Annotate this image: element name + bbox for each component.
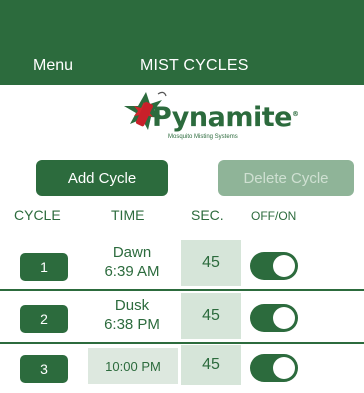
cycle-time[interactable]: Dusk 6:38 PM bbox=[86, 296, 178, 334]
time-value: 6:38 PM bbox=[104, 316, 160, 333]
cycle-seconds[interactable]: 45 bbox=[181, 345, 241, 385]
add-cycle-button[interactable]: Add Cycle bbox=[36, 160, 168, 196]
time-value: 6:39 AM bbox=[104, 263, 160, 280]
column-header-cycle: CYCLE bbox=[14, 207, 61, 223]
logo-wordmark: Pynamite® bbox=[152, 102, 299, 133]
cycle-time[interactable]: Dawn 6:39 AM bbox=[86, 243, 178, 281]
page-title: MIST CYCLES bbox=[140, 57, 249, 74]
cycle-seconds[interactable]: 45 bbox=[181, 293, 241, 339]
column-header-sec: SEC. bbox=[191, 207, 224, 223]
time-label: Dawn bbox=[112, 244, 152, 261]
cycle-toggle[interactable] bbox=[250, 354, 298, 382]
cycle-seconds[interactable]: 45 bbox=[181, 240, 241, 286]
toggle-knob bbox=[273, 307, 295, 329]
menu-button[interactable]: Menu bbox=[33, 57, 73, 75]
logo-tagline: Mosquito Misting Systems bbox=[168, 134, 238, 140]
row-divider bbox=[0, 342, 364, 344]
toggle-knob bbox=[273, 357, 295, 379]
column-header-time: TIME bbox=[111, 207, 145, 223]
cycle-number-badge[interactable]: 3 bbox=[20, 355, 68, 383]
toggle-knob bbox=[273, 255, 295, 277]
app-header: Menu MIST CYCLES bbox=[0, 0, 364, 85]
cycle-toggle[interactable] bbox=[250, 252, 298, 280]
cycle-number-badge[interactable]: 2 bbox=[20, 305, 68, 333]
cycle-number-badge[interactable]: 1 bbox=[20, 253, 68, 281]
time-label: Dusk bbox=[114, 297, 150, 314]
cycle-row: 3 10:00 PM 45 bbox=[0, 345, 364, 393]
row-divider bbox=[0, 289, 364, 291]
cycle-toggle[interactable] bbox=[250, 304, 298, 332]
column-header-onoff: OFF/ON bbox=[251, 209, 297, 223]
pynamite-logo: Pynamite® Mosquito Misting Systems bbox=[118, 88, 299, 148]
cycle-row: 1 Dawn 6:39 AM 45 bbox=[0, 239, 364, 287]
cycle-time[interactable]: 10:00 PM bbox=[88, 348, 178, 384]
cycle-row: 2 Dusk 6:38 PM 45 bbox=[0, 292, 364, 340]
delete-cycle-button[interactable]: Delete Cycle bbox=[218, 160, 354, 196]
